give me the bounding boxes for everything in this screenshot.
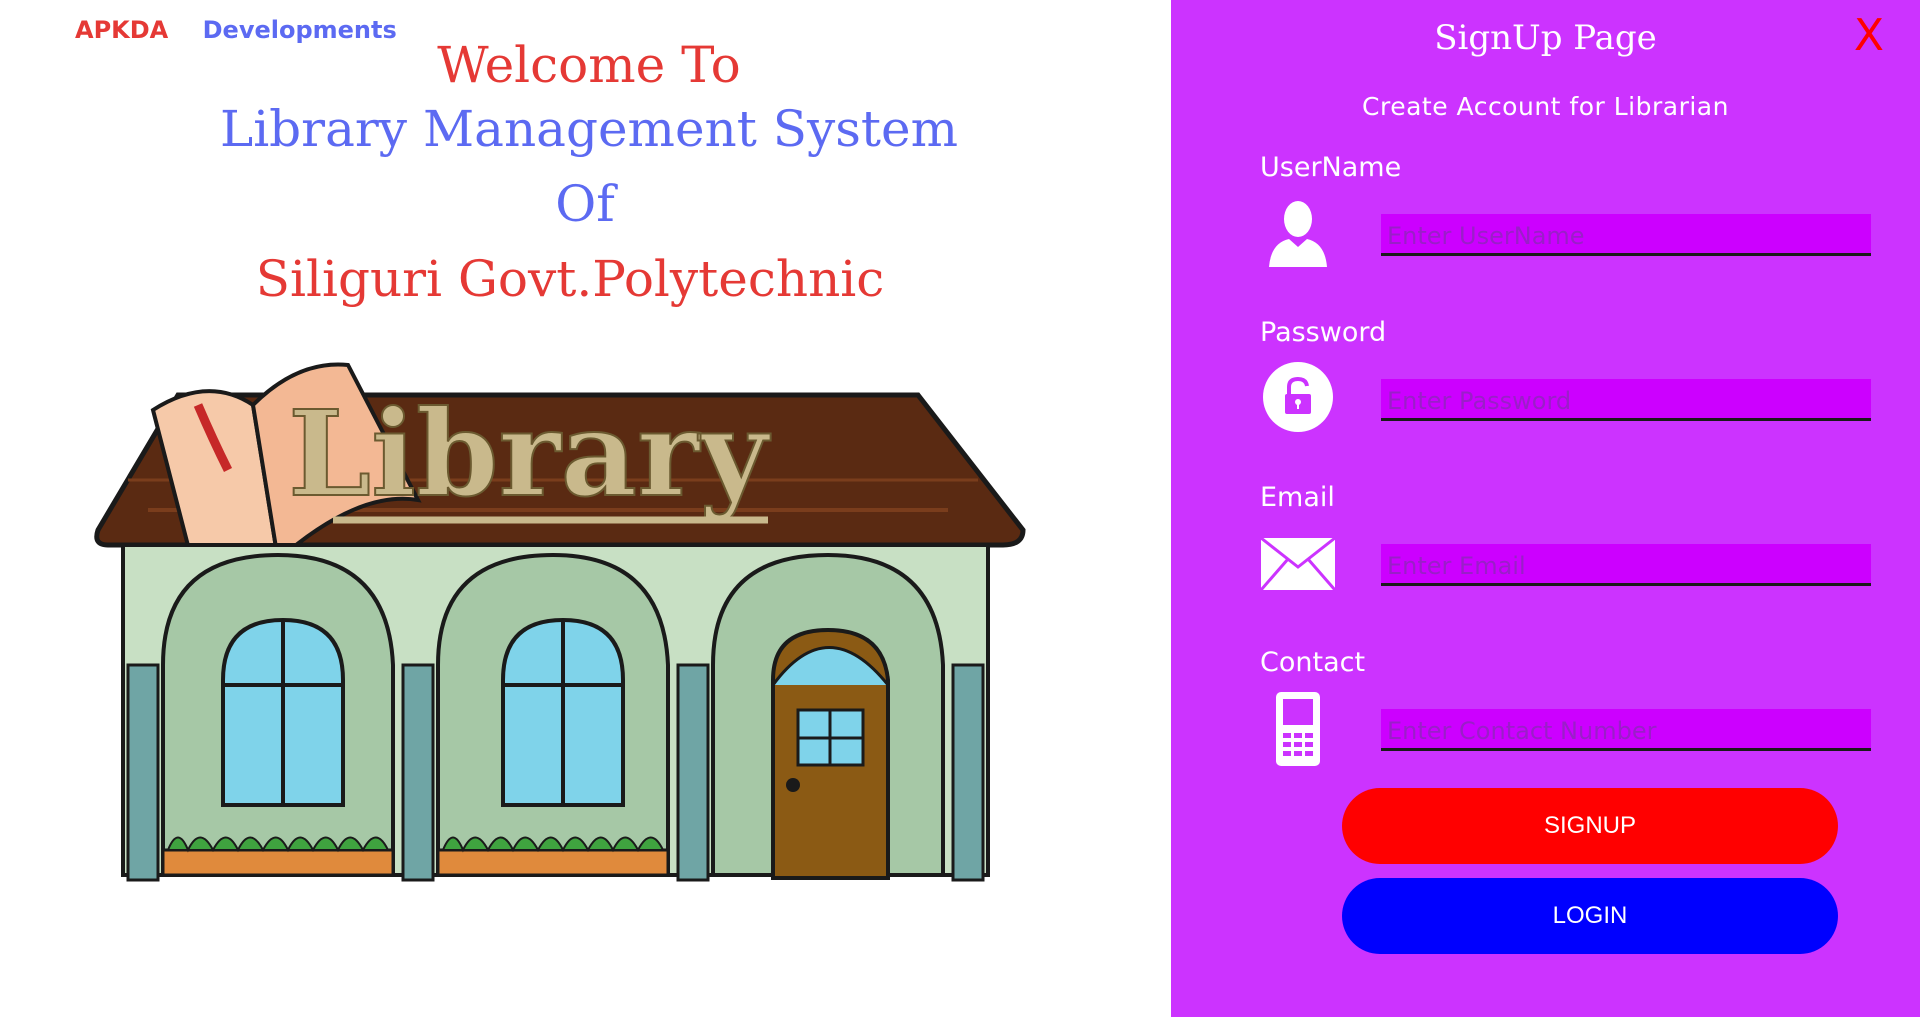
password-label: Password [1260, 317, 1387, 348]
welcome-line-3: Of [555, 175, 615, 233]
page-subtitle: Create Account for Librarian [1362, 92, 1729, 121]
email-input[interactable] [1381, 544, 1871, 586]
welcome-line-2: Library Management System [219, 100, 958, 158]
left-panel: APKDA Developments Welcome To Library Ma… [0, 0, 1171, 1017]
envelope-icon [1259, 525, 1337, 603]
user-icon [1259, 195, 1337, 273]
lock-icon [1259, 358, 1337, 436]
contact-input[interactable] [1381, 709, 1871, 751]
username-input[interactable] [1381, 214, 1871, 256]
page-title: SignUp Page [1434, 18, 1657, 58]
welcome-line-4: Siliguri Govt.Polytechnic [255, 250, 885, 308]
password-input[interactable] [1381, 379, 1871, 421]
library-sign-text: Library [288, 384, 771, 523]
contact-label: Contact [1260, 647, 1366, 678]
library-illustration: Library [94, 362, 1026, 882]
close-button[interactable]: X [1854, 10, 1884, 61]
email-label: Email [1260, 482, 1335, 513]
signup-panel: SignUp Page X Create Account for Librari… [1171, 0, 1920, 1017]
signup-button[interactable]: SIGNUP [1342, 788, 1838, 864]
username-label: UserName [1260, 152, 1402, 183]
login-button[interactable]: LOGIN [1342, 878, 1838, 954]
welcome-line-1: Welcome To [437, 36, 741, 94]
phone-icon [1259, 690, 1337, 768]
